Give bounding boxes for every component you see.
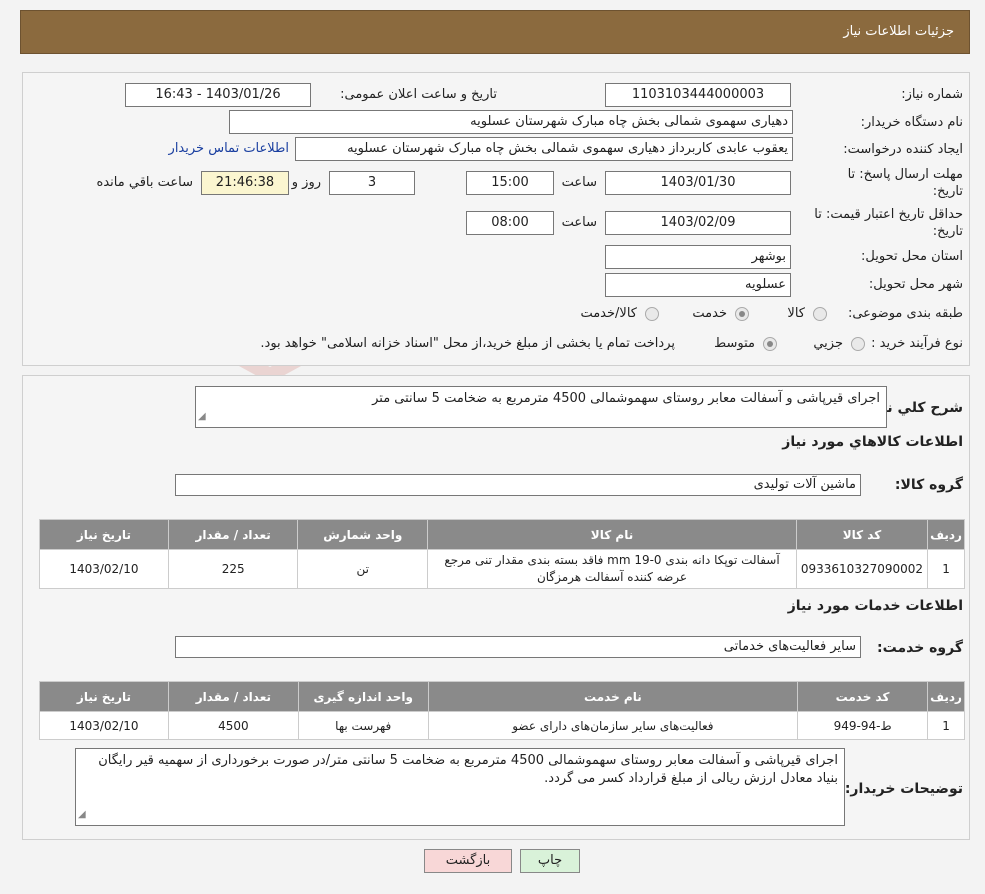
buyer-notes-field: اجرای قیرپاشی و آسفالت معابر روستای سهمو… xyxy=(75,748,845,826)
goods-section-title: اطلاعات کالاهاي مورد نیاز xyxy=(782,434,963,450)
validity-label: حداقل تاریخ اعتبار قیمت: تا xyxy=(814,207,963,222)
category-radio-service[interactable] xyxy=(735,307,749,321)
category-option-goods-service: کالا/خدمت xyxy=(580,306,637,321)
goods-col-date: تاریخ نیاز xyxy=(39,519,169,550)
goods-col-code: کد کالا xyxy=(795,519,929,550)
validity-time-field: 08:00 xyxy=(466,211,554,235)
goods-table: ردیف کد کالا نام کالا واحد شمارش تعداد /… xyxy=(39,519,965,589)
services-cell-name: فعالیت‌های سایر سازمان‌های دارای عضو xyxy=(427,711,799,740)
services-cell-date: 1403/02/10 xyxy=(39,711,169,740)
services-col-row: ردیف xyxy=(927,681,965,712)
services-col-unit: واحد اندازه گیری xyxy=(297,681,429,712)
process-option-partial: جزیي xyxy=(813,336,843,351)
services-col-date: تاریخ نیاز xyxy=(39,681,169,712)
services-cell-code: ط-94-949 xyxy=(797,711,929,740)
services-section-title: اطلاعات خدمات مورد نیاز xyxy=(787,598,963,614)
process-radio-partial[interactable] xyxy=(851,337,865,351)
page-title: جزئیات اطلاعات نیاز xyxy=(843,24,954,39)
description-field: اجرای قیرپاشی و آسفالت معابر روستای سهمو… xyxy=(195,386,887,428)
services-group-field: سایر فعالیت‌های خدماتی xyxy=(175,636,861,658)
goods-cell-code: 0933610327090002 xyxy=(795,549,929,589)
validity-time-label: ساعت xyxy=(561,215,597,230)
category-option-service: خدمت xyxy=(692,306,727,321)
goods-col-unit: واحد شمارش xyxy=(297,519,429,550)
services-col-quantity: تعداد / مقدار xyxy=(167,681,299,712)
need-info-panel: شماره نیاز: 1103103444000003 تاریخ و ساع… xyxy=(22,72,970,366)
buyer-notes-label: توضیحات خریدار: xyxy=(844,781,963,797)
announce-label: تاریخ و ساعت اعلان عمومی: xyxy=(340,87,497,102)
deadline-label: مهلت ارسال پاسخ: تا xyxy=(847,167,963,182)
process-note: پرداخت تمام یا بخشی از مبلغ خرید،از محل … xyxy=(260,336,675,351)
back-button[interactable]: بازگشت xyxy=(424,849,512,873)
goods-cell-row: 1 xyxy=(927,549,965,589)
resize-grip-icon[interactable]: ◢ xyxy=(198,408,206,426)
deadline-time-field: 15:00 xyxy=(466,171,554,195)
goods-group-label: گروه کالا: xyxy=(894,477,963,493)
deadline-time-label: ساعت xyxy=(561,175,597,190)
province-label: استان محل تحویل: xyxy=(861,249,963,264)
city-field: عسلویه xyxy=(605,273,791,297)
goods-cell-unit: تن xyxy=(297,549,429,589)
print-button[interactable]: چاپ xyxy=(520,849,580,873)
page-header: جزئیات اطلاعات نیاز xyxy=(20,10,970,54)
buyer-label: نام دستگاه خریدار: xyxy=(860,115,963,130)
province-field: بوشهر xyxy=(605,245,791,269)
validity-label-date: تاریخ: xyxy=(932,224,963,239)
table-row: 1 ط-94-949 فعالیت‌های سایر سازمان‌های دا… xyxy=(39,711,965,740)
goods-col-row: ردیف xyxy=(927,519,965,550)
goods-cell-date: 1403/02/10 xyxy=(39,549,169,589)
goods-col-name: نام کالا xyxy=(427,519,797,550)
city-label: شهر محل تحویل: xyxy=(868,277,963,292)
deadline-label-date: تاریخ: xyxy=(932,184,963,199)
days-label: روز و xyxy=(291,175,321,190)
resize-grip-icon[interactable]: ◢ xyxy=(78,806,86,824)
buyer-field: دهیاری سهموی شمالی بخش چاه مبارک شهرستان… xyxy=(229,110,793,134)
announce-field: 1403/01/26 - 16:43 xyxy=(125,83,311,107)
category-label: طبقه بندی موضوعی: xyxy=(847,306,963,321)
validity-date-field: 1403/02/09 xyxy=(605,211,791,235)
process-option-medium: متوسط xyxy=(714,336,755,351)
process-radio-medium[interactable] xyxy=(763,337,777,351)
goods-cell-quantity: 225 xyxy=(167,549,299,589)
services-group-label: گروه خدمت: xyxy=(877,640,963,656)
goods-cell-name: آسفالت توپکا دانه بندی mm 19-0 فاقد بسته… xyxy=(427,549,797,589)
need-number-field: 1103103444000003 xyxy=(605,83,791,107)
services-col-code: کد خدمت xyxy=(797,681,929,712)
requester-field: یعقوب عابدی کاربرداز دهیاری سهموی شمالی … xyxy=(295,137,793,161)
buyer-notes-text: اجرای قیرپاشی و آسفالت معابر روستای سهمو… xyxy=(98,753,838,786)
table-row: 1 0933610327090002 آسفالت توپکا دانه بند… xyxy=(39,549,965,589)
need-details-panel: شرح کلي نیاز: اجرای قیرپاشی و آسفالت معا… xyxy=(22,375,970,840)
services-cell-row: 1 xyxy=(927,711,965,740)
services-table-header: ردیف کد خدمت نام خدمت واحد اندازه گیری ت… xyxy=(39,681,965,712)
remaining-label: ساعت باقي مانده xyxy=(96,175,193,190)
days-remaining-field: 3 xyxy=(329,171,415,195)
services-col-name: نام خدمت xyxy=(427,681,799,712)
category-option-goods: کالا xyxy=(787,306,805,321)
category-radio-goods-service[interactable] xyxy=(645,307,659,321)
goods-table-header: ردیف کد کالا نام کالا واحد شمارش تعداد /… xyxy=(39,519,965,550)
buyer-contact-link[interactable]: اطلاعات تماس خریدار xyxy=(169,141,289,156)
goods-group-field: ماشین آلات تولیدی xyxy=(175,474,861,496)
description-text: اجرای قیرپاشی و آسفالت معابر روستای سهمو… xyxy=(372,391,880,406)
category-radio-goods[interactable] xyxy=(813,307,827,321)
goods-col-quantity: تعداد / مقدار xyxy=(167,519,299,550)
need-number-label: شماره نیاز: xyxy=(901,87,963,102)
remaining-time-field: 21:46:38 xyxy=(201,171,289,195)
services-cell-quantity: 4500 xyxy=(167,711,299,740)
services-table: ردیف کد خدمت نام خدمت واحد اندازه گیری ت… xyxy=(39,681,965,740)
process-label: نوع فرآیند خرید : xyxy=(871,336,963,351)
deadline-date-field: 1403/01/30 xyxy=(605,171,791,195)
requester-label: ایجاد کننده درخواست: xyxy=(843,142,963,157)
services-cell-unit: فهرست بها xyxy=(297,711,429,740)
